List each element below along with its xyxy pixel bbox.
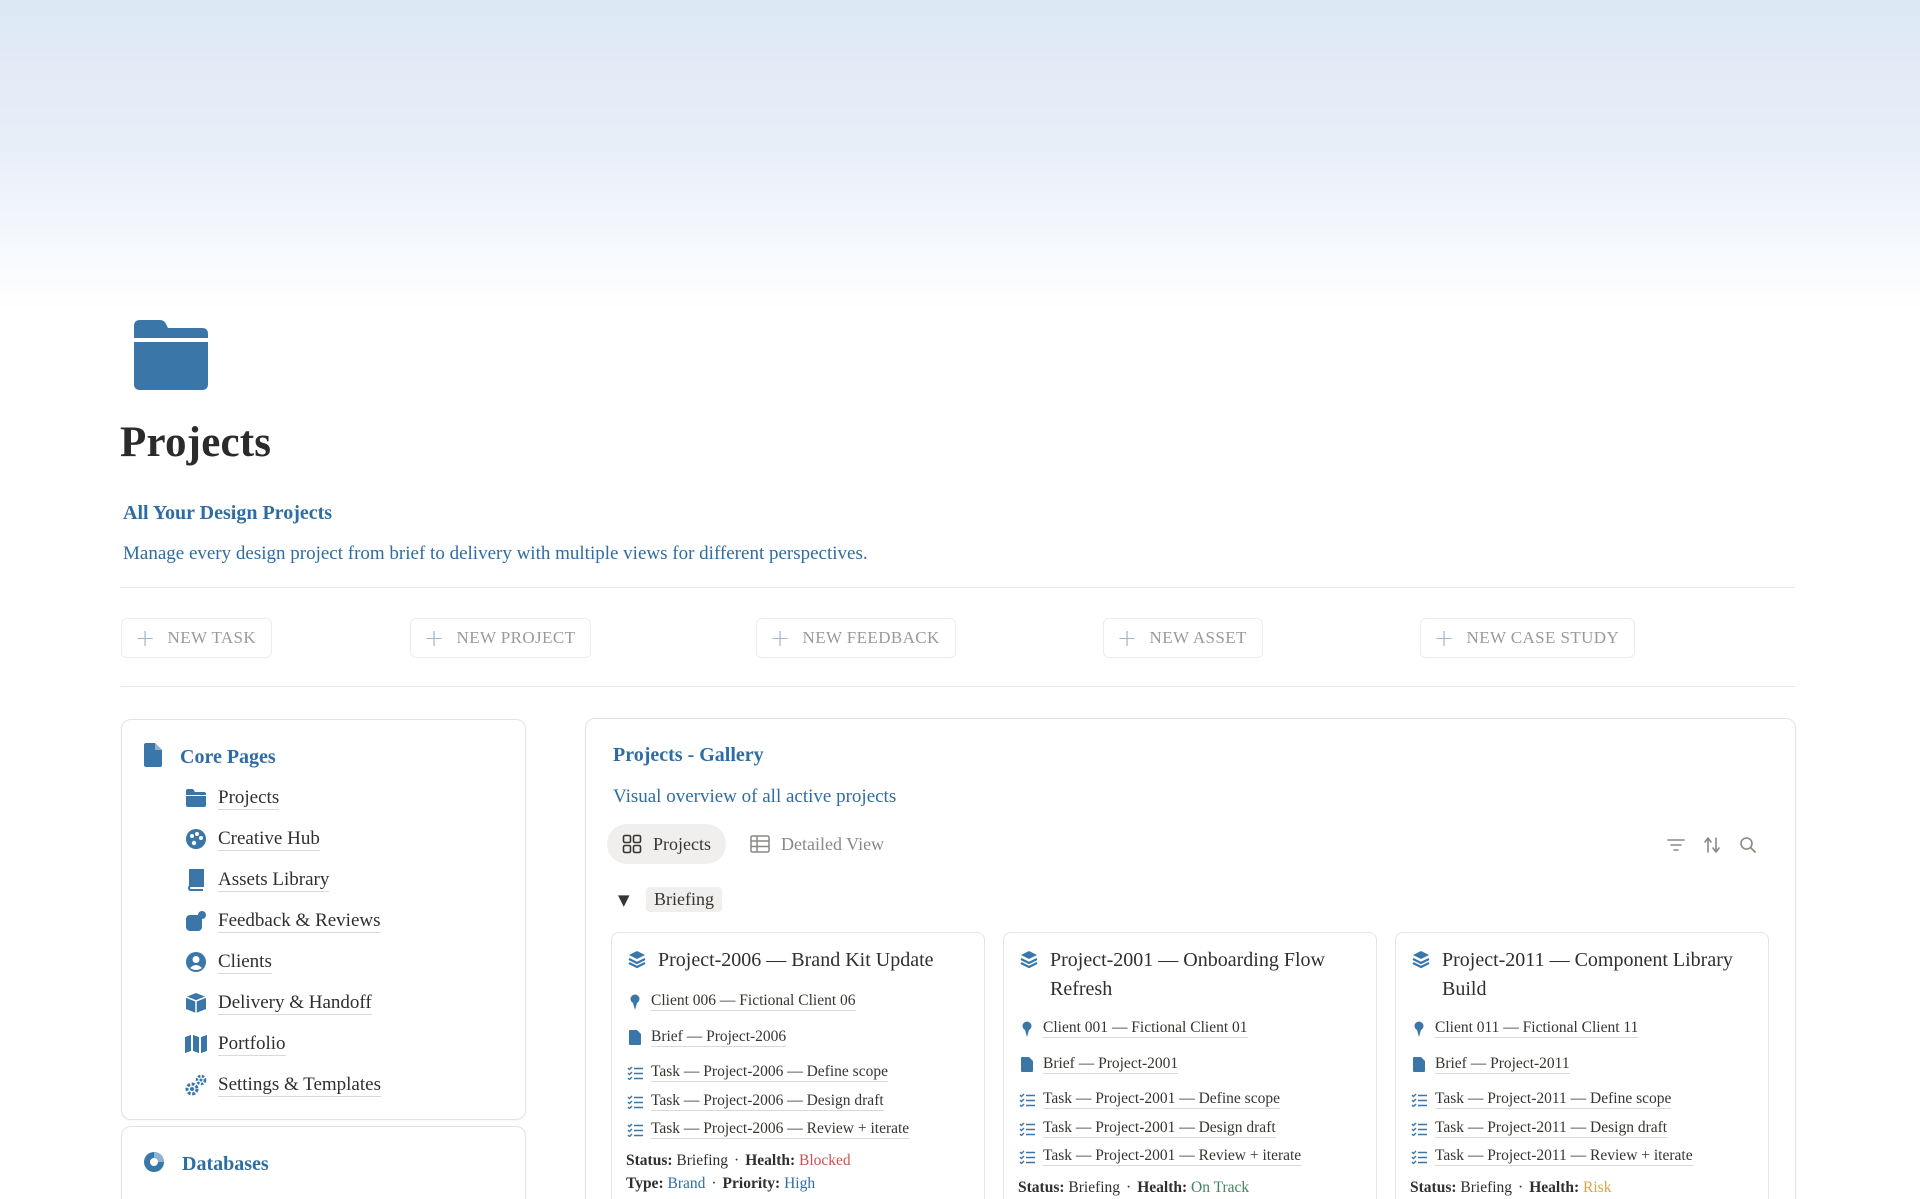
task-relation[interactable]: Task — Project-2011 — Review + iterate	[1410, 1147, 1693, 1166]
document-icon	[1410, 1056, 1428, 1074]
new-task-button[interactable]: + NEW TASK	[121, 618, 273, 658]
sidebar-item-portfolio[interactable]: Portfolio	[183, 1029, 286, 1059]
filter-icon[interactable]	[1665, 834, 1687, 856]
book-icon	[183, 867, 209, 893]
sort-icon[interactable]	[1701, 834, 1723, 856]
core-pages-header: Core Pages	[142, 743, 276, 772]
project-card[interactable]: Project-2006 — Brand Kit Update Client 0…	[611, 932, 985, 1199]
sidebar-item-delivery-handoff[interactable]: Delivery & Handoff	[183, 988, 372, 1018]
task-relation[interactable]: Task — Project-2006 — Define scope	[626, 1063, 888, 1082]
checklist-icon	[1410, 1148, 1428, 1166]
page-subtitle: All Your Design Projects	[123, 502, 333, 524]
checklist-icon	[626, 1093, 644, 1111]
card-title: Project-2011 — Component Library Build	[1442, 949, 1733, 1000]
task-relation[interactable]: Task — Project-2011 — Design draft	[1410, 1119, 1668, 1138]
grid-icon	[622, 834, 642, 854]
sidebar-item-creative-hub[interactable]: Creative Hub	[183, 824, 320, 854]
sidebar-item-assets-library[interactable]: Assets Library	[183, 865, 330, 895]
document-icon	[142, 743, 164, 772]
stack-icon	[628, 950, 646, 975]
new-case-study-button[interactable]: + NEW CASE STUDY	[1420, 618, 1636, 658]
folder-icon[interactable]	[130, 318, 212, 392]
tab-projects[interactable]: Projects	[607, 824, 726, 864]
checklist-icon	[1018, 1091, 1036, 1109]
task-relation[interactable]: Task — Project-2006 — Review + iterate	[626, 1120, 910, 1139]
sidebar-item-settings-templates[interactable]: Settings & Templates	[183, 1070, 381, 1100]
client-relation[interactable]: Client 001 — Fictional Client 01	[1018, 1019, 1248, 1038]
new-feedback-button[interactable]: + NEW FEEDBACK	[756, 618, 956, 658]
stack-icon	[1412, 950, 1430, 975]
package-icon	[183, 990, 209, 1016]
card-title: Project-2001 — Onboarding Flow Refresh	[1050, 949, 1325, 1000]
document-icon	[1018, 1056, 1036, 1074]
page-description: Manage every design project from brief t…	[123, 543, 868, 564]
sidebar-item-feedback-reviews[interactable]: Feedback & Reviews	[183, 906, 381, 936]
plus-icon: +	[1117, 624, 1138, 652]
person-icon	[1410, 1020, 1428, 1038]
checklist-icon	[626, 1064, 644, 1082]
card-status-line: Status: Briefing · Health: Risk	[1410, 1179, 1612, 1196]
project-card[interactable]: Project-2011 — Component Library Build C…	[1395, 932, 1769, 1199]
brief-relation[interactable]: Brief — Project-2006	[626, 1028, 787, 1047]
plus-icon: +	[424, 624, 445, 652]
card-status-line: Status: Briefing · Health: On Track	[1018, 1179, 1250, 1196]
stack-icon	[1020, 950, 1038, 975]
sidebar-item-projects[interactable]: Projects	[183, 783, 280, 813]
person-icon	[1018, 1020, 1036, 1038]
plus-icon: +	[770, 624, 791, 652]
map-icon	[183, 1031, 209, 1057]
checklist-icon	[1018, 1148, 1036, 1166]
plus-icon: +	[135, 624, 156, 652]
group-toggle-triangle-icon[interactable]: ▼	[618, 891, 630, 909]
health-value: On Track	[1191, 1179, 1250, 1196]
client-relation[interactable]: Client 006 — Fictional Client 06	[626, 992, 856, 1011]
folder-icon	[183, 785, 209, 811]
gears-icon	[183, 1072, 209, 1098]
health-value: Risk	[1583, 1179, 1612, 1196]
checklist-icon	[1018, 1120, 1036, 1138]
task-relation[interactable]: Task — Project-2001 — Review + iterate	[1018, 1147, 1302, 1166]
project-card[interactable]: Project-2001 — Onboarding Flow Refresh C…	[1003, 932, 1377, 1199]
user-circle-icon	[183, 949, 209, 975]
databases-header: Databases	[142, 1150, 269, 1179]
new-asset-button[interactable]: + NEW ASSET	[1103, 618, 1263, 658]
comment-icon	[183, 908, 209, 934]
checklist-icon	[1410, 1120, 1428, 1138]
group-label-briefing: Briefing	[646, 887, 722, 912]
brief-relation[interactable]: Brief — Project-2011	[1410, 1055, 1570, 1074]
new-project-button[interactable]: + NEW PROJECT	[410, 618, 592, 658]
health-value: Blocked	[799, 1152, 851, 1169]
task-relation[interactable]: Task — Project-2006 — Design draft	[626, 1092, 884, 1111]
table-icon	[750, 835, 770, 853]
card-status-line: Status: Briefing · Health: Blocked	[626, 1152, 851, 1169]
divider	[121, 686, 1795, 687]
task-relation[interactable]: Task — Project-2001 — Define scope	[1018, 1090, 1280, 1109]
person-icon	[626, 993, 644, 1011]
card-title: Project-2006 — Brand Kit Update	[658, 949, 934, 971]
document-icon	[626, 1029, 644, 1047]
task-relation[interactable]: Task — Project-2011 — Define scope	[1410, 1090, 1672, 1109]
brief-relation[interactable]: Brief — Project-2001	[1018, 1055, 1179, 1074]
sidebar-item-clients[interactable]: Clients	[183, 947, 272, 977]
card-type-line: Type: Brand · Priority: High	[626, 1175, 816, 1192]
page-title: Projects	[120, 419, 272, 466]
divider	[121, 587, 1795, 588]
palette-icon	[183, 826, 209, 852]
checklist-icon	[626, 1121, 644, 1139]
client-relation[interactable]: Client 011 — Fictional Client 11	[1410, 1019, 1639, 1038]
checklist-icon	[1410, 1091, 1428, 1109]
gallery-title: Projects - Gallery	[613, 744, 764, 766]
pie-chart-icon	[142, 1150, 166, 1179]
task-relation[interactable]: Task — Project-2001 — Design draft	[1018, 1119, 1276, 1138]
gallery-subtitle: Visual overview of all active projects	[613, 786, 897, 807]
plus-icon: +	[1434, 624, 1455, 652]
page-cover	[0, 0, 1920, 310]
search-icon[interactable]	[1737, 834, 1759, 856]
tab-detailed-view[interactable]: Detailed View	[735, 824, 899, 864]
